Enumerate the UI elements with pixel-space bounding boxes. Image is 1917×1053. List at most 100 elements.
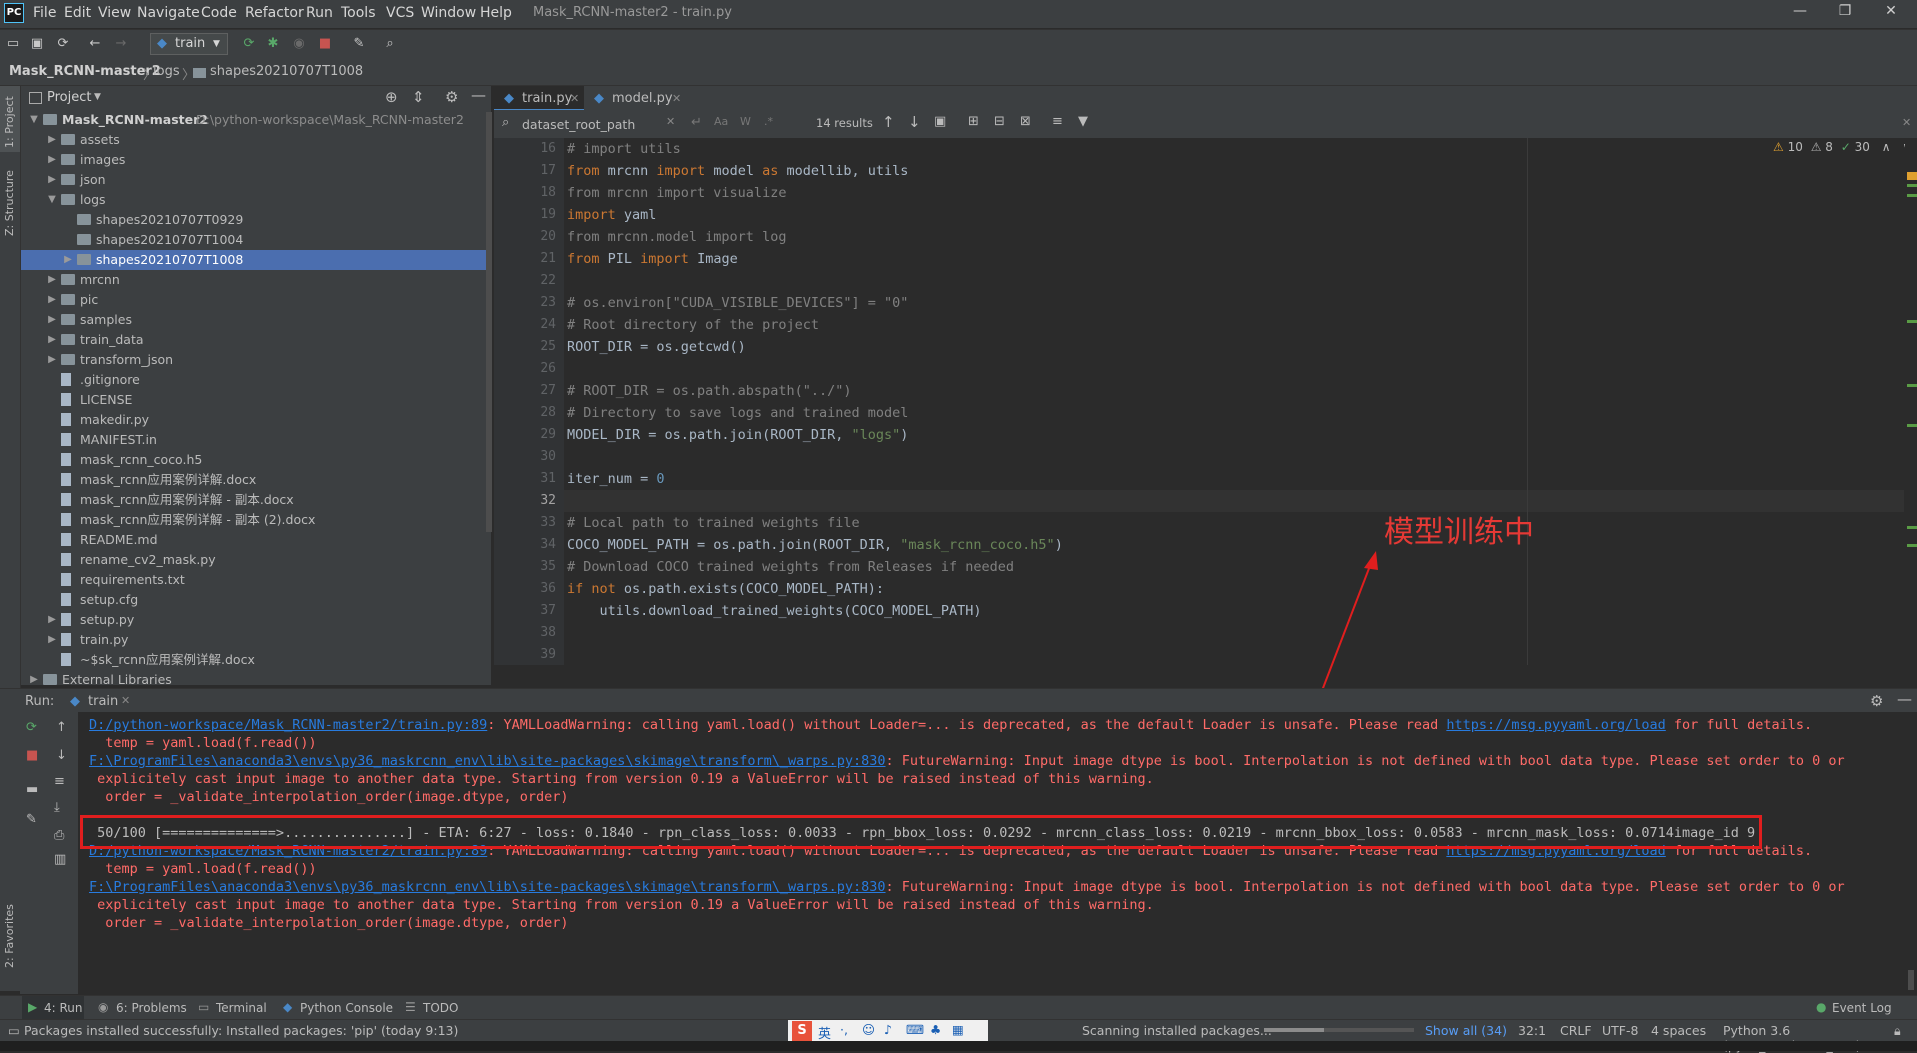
close-find-icon[interactable]: ✕: [1902, 116, 1911, 129]
tree-library[interactable]: ▶ External Libraries: [21, 670, 491, 685]
tree-folder[interactable]: ▶ samples: [21, 310, 491, 330]
console-url-link[interactable]: https://msg.pyyaml.org/load: [1446, 717, 1665, 733]
gear-icon[interactable]: ⚙: [445, 88, 458, 106]
background-task-label[interactable]: Scanning installed packages...: [1082, 1023, 1272, 1038]
gear-icon[interactable]: ⚙: [1870, 692, 1883, 710]
code-line[interactable]: # Local path to trained weights file: [567, 512, 860, 534]
words-icon[interactable]: W: [740, 115, 751, 128]
change-mark[interactable]: [1907, 526, 1917, 529]
warning-mark[interactable]: [1907, 172, 1917, 180]
change-mark[interactable]: [1907, 194, 1917, 197]
print-icon[interactable]: ⎙: [54, 828, 64, 843]
add-selection-icon[interactable]: ⊞: [968, 114, 979, 129]
chevron-right-icon[interactable]: ▶: [47, 130, 57, 150]
stop-icon[interactable]: ■: [26, 748, 38, 763]
chevron-right-icon[interactable]: ▶: [47, 310, 57, 330]
trash-icon[interactable]: ▥: [54, 852, 66, 867]
forward-icon[interactable]: →: [112, 35, 130, 53]
remove-selection-icon[interactable]: ⊟: [994, 114, 1005, 129]
run-config-select[interactable]: ◆ train ▼: [150, 33, 228, 55]
chevron-right-icon[interactable]: ▶: [47, 290, 57, 310]
context-icon[interactable]: ≡: [1052, 114, 1063, 129]
structure-tool-label[interactable]: Z: Structure: [3, 170, 16, 236]
find-input[interactable]: [520, 114, 684, 134]
rerun-icon[interactable]: ⟳: [240, 35, 258, 53]
previous-occurrence-icon[interactable]: ↑: [882, 113, 895, 131]
code-line[interactable]: # import utils: [567, 138, 681, 160]
menu-refactor[interactable]: Refactor: [245, 5, 304, 21]
tree-folder[interactable]: ▶ pic: [21, 290, 491, 310]
tree-file[interactable]: LICENSE: [21, 390, 491, 410]
layout-icon[interactable]: ▬: [26, 782, 38, 797]
file-encoding[interactable]: UTF-8: [1602, 1023, 1638, 1038]
chevron-down-icon[interactable]: ▼: [47, 190, 57, 210]
tree-folder[interactable]: ▶ images: [21, 150, 491, 170]
show-all-link[interactable]: Show all (34): [1425, 1023, 1507, 1038]
breadcrumb-logs[interactable]: logs: [153, 64, 180, 79]
clear-search-icon[interactable]: ✕: [666, 115, 675, 128]
toolbox-icon[interactable]: ▦: [952, 1022, 964, 1037]
code-line[interactable]: MODEL_DIR = os.path.join(ROOT_DIR, "logs…: [567, 424, 908, 446]
tab-problems[interactable]: 6: Problems: [116, 1001, 187, 1015]
lock-icon[interactable]: 🔒︎: [1894, 1023, 1901, 1039]
previous-highlight-icon[interactable]: ∧: [1882, 140, 1891, 154]
change-mark[interactable]: [1907, 424, 1917, 427]
tree-file[interactable]: mask_rcnn应用案例详解.docx: [21, 470, 491, 490]
tree-file[interactable]: setup.cfg: [21, 590, 491, 610]
console-scrollbar[interactable]: [1905, 712, 1917, 994]
code-line[interactable]: if not os.path.exists(COCO_MODEL_PATH):: [567, 578, 884, 600]
tree-root[interactable]: ▼ Mask_RCNN-master2 D:\python-workspace\…: [21, 110, 491, 130]
menu-help[interactable]: Help: [480, 5, 512, 21]
tree-file[interactable]: MANIFEST.in: [21, 430, 491, 450]
code-editor[interactable]: ⚠ 10 ⚠ 8 ✓ 30 ∧ ∨ # import utils from mrc…: [564, 138, 1917, 665]
tree-folder[interactable]: ▶ mrcnn: [21, 270, 491, 290]
change-mark[interactable]: [1907, 320, 1917, 323]
tree-folder[interactable]: ▼ logs: [21, 190, 491, 210]
code-line[interactable]: from PIL import Image: [567, 248, 738, 270]
filter-results-icon[interactable]: ▣: [934, 114, 946, 129]
back-icon[interactable]: ←: [86, 35, 104, 53]
close-icon[interactable]: ✕: [1876, 3, 1906, 19]
hide-panel-icon[interactable]: —: [471, 86, 486, 104]
tree-file[interactable]: makedir.py: [21, 410, 491, 430]
filter-icon[interactable]: ▼: [1078, 114, 1088, 129]
change-mark[interactable]: [1907, 384, 1917, 387]
caret-position[interactable]: 32:1: [1518, 1023, 1546, 1038]
search-icon[interactable]: ⌕: [381, 35, 399, 53]
down-icon[interactable]: ↓: [56, 748, 67, 763]
tree-file[interactable]: ▶ train.py: [21, 630, 491, 650]
chevron-right-icon[interactable]: ▶: [29, 670, 39, 685]
menu-run[interactable]: Run: [306, 5, 333, 21]
chevron-down-icon[interactable]: ▼: [29, 110, 39, 130]
tree-file[interactable]: ▶ setup.py: [21, 610, 491, 630]
hide-panel-icon[interactable]: —: [1897, 690, 1912, 708]
menu-file[interactable]: File: [33, 5, 56, 21]
code-line[interactable]: iter_num = 0: [567, 468, 665, 490]
breadcrumb-project[interactable]: Mask_RCNN-master2: [9, 64, 161, 79]
tree-folder[interactable]: ▶ train_data: [21, 330, 491, 350]
tab-todo[interactable]: TODO: [423, 1001, 458, 1015]
status-toggle-icon[interactable]: ▭: [8, 1023, 20, 1038]
project-scrollbar[interactable]: [486, 112, 492, 532]
up-icon[interactable]: ↑: [56, 720, 67, 735]
code-line[interactable]: utils.download_trained_weights(COCO_MODE…: [567, 600, 982, 622]
tab-model-py[interactable]: ◆ model.py ✕: [590, 86, 686, 112]
code-line[interactable]: ROOT_DIR = os.getcwd(): [567, 336, 746, 358]
tree-file[interactable]: README.md: [21, 530, 491, 550]
code-line[interactable]: COCO_MODEL_PATH = os.path.join(ROOT_DIR,…: [567, 534, 1063, 556]
indent-setting[interactable]: 4 spaces: [1651, 1023, 1706, 1038]
code-line[interactable]: # Directory to save logs and trained mod…: [567, 402, 908, 424]
menu-edit[interactable]: Edit: [64, 5, 91, 21]
chevron-right-icon[interactable]: ▶: [47, 610, 57, 630]
soft-wrap-icon[interactable]: ≡: [54, 774, 65, 789]
scroll-to-end-icon[interactable]: ⤓: [54, 800, 60, 815]
skin-icon[interactable]: ♣: [930, 1022, 941, 1037]
tree-file[interactable]: .gitignore: [21, 370, 491, 390]
code-line[interactable]: from mrcnn import visualize: [567, 182, 786, 204]
console-file-link[interactable]: D:/python-workspace/Mask_RCNN-master2/tr…: [89, 717, 487, 733]
inspection-widget[interactable]: ⚠ 10 ⚠ 8 ✓ 30 ∧ ∨: [1773, 140, 1911, 154]
console-file-link[interactable]: F:\ProgramFiles\anaconda3\envs\py36_mask…: [89, 879, 886, 895]
rerun-icon[interactable]: ⟳: [26, 720, 37, 735]
collapse-all-icon[interactable]: ⇕: [412, 88, 425, 106]
tab-terminal[interactable]: Terminal: [216, 1001, 267, 1015]
